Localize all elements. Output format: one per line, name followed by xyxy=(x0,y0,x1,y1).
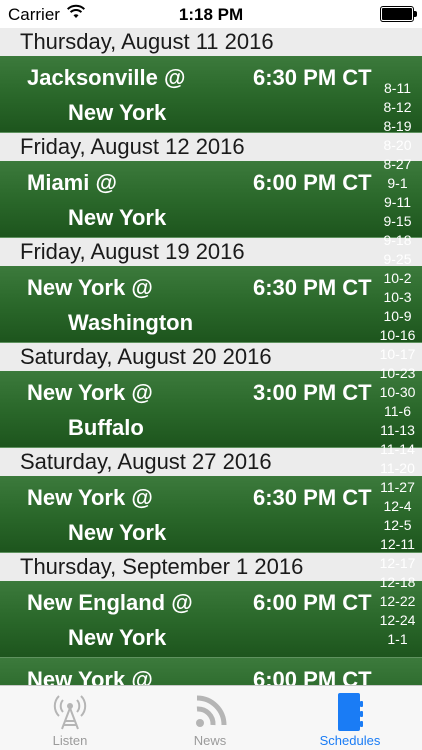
date-index-item[interactable]: 12-18 xyxy=(373,573,422,592)
antenna-icon xyxy=(53,691,87,736)
game-time: 6:30 PM CT xyxy=(253,275,372,300)
date-index-item[interactable]: 9-1 xyxy=(373,174,422,193)
home-team: New York xyxy=(68,205,167,230)
home-team: Buffalo xyxy=(68,415,144,440)
day-header: Friday, August 12 2016 xyxy=(0,133,422,161)
date-index-item[interactable]: 12-5 xyxy=(373,516,422,535)
away-team: New York @ xyxy=(27,275,153,300)
date-index-item[interactable]: 11-13 xyxy=(373,421,422,440)
date-index-item[interactable]: 12-22 xyxy=(373,592,422,611)
date-index-item[interactable]: 10-16 xyxy=(373,326,422,345)
away-team: New York @ xyxy=(27,380,153,405)
date-index-item[interactable]: 10-9 xyxy=(373,307,422,326)
game-row[interactable]: New York @ 6:30 PM CT Washington xyxy=(0,266,422,343)
away-team: Jacksonville @ xyxy=(27,65,186,90)
away-team: New York @ xyxy=(27,667,153,685)
date-index-item[interactable]: 8-20 xyxy=(373,136,422,155)
tab-schedules[interactable]: Schedules xyxy=(280,686,420,750)
game-time: 3:00 PM CT xyxy=(253,380,372,405)
tab-label: Listen xyxy=(52,733,88,748)
game-row[interactable]: Jacksonville @ 6:30 PM CT New York xyxy=(0,56,422,133)
game-time: 6:30 PM CT xyxy=(253,485,372,510)
tab-listen[interactable]: Listen xyxy=(0,686,140,750)
date-index-item[interactable]: 1-1 xyxy=(373,630,422,649)
game-row[interactable]: New England @ 6:00 PM CT New York xyxy=(0,581,422,658)
date-index-item[interactable]: 10-23 xyxy=(373,364,422,383)
battery-icon xyxy=(380,6,417,22)
date-section-index[interactable]: 8-11 8-12 8-19 8-20 8-27 9-1 9-11 9-15 9-18 9-25 1… xyxy=(373,79,422,647)
date-index-item[interactable]: 9-25 xyxy=(373,250,422,269)
calendar-icon xyxy=(333,691,367,738)
game-time: 6:00 PM CT xyxy=(253,667,372,685)
date-index-item[interactable]: 9-11 xyxy=(373,193,422,212)
away-team: New England @ xyxy=(27,590,193,615)
tab-bar: Listen News Schedules xyxy=(0,685,422,750)
day-header: Thursday, September 1 2016 xyxy=(0,553,422,581)
date-index-item[interactable]: 11-20 xyxy=(373,459,422,478)
date-index-item[interactable]: 9-15 xyxy=(373,212,422,231)
day-header: Friday, August 19 2016 xyxy=(0,238,422,266)
day-header: Saturday, August 27 2016 xyxy=(0,448,422,476)
date-index-item[interactable]: 12-4 xyxy=(373,497,422,516)
date-index-item[interactable]: 12-24 xyxy=(373,611,422,630)
away-team: New York @ xyxy=(27,485,153,510)
schedule-list[interactable]: Thursday, August 11 2016 Jacksonville @ … xyxy=(0,28,422,685)
date-index-item[interactable]: 10-3 xyxy=(373,288,422,307)
game-row[interactable]: Miami @ 6:00 PM CT New York xyxy=(0,161,422,238)
date-index-item[interactable]: 12-17 xyxy=(373,554,422,573)
date-index-item[interactable]: 8-11 xyxy=(373,79,422,98)
game-time: 6:30 PM CT xyxy=(253,65,372,90)
date-index-item[interactable]: 10-17 xyxy=(373,345,422,364)
home-team: Washington xyxy=(68,310,194,335)
day-header: Thursday, August 11 2016 xyxy=(0,28,422,56)
day-header: Saturday, August 20 2016 xyxy=(0,343,422,371)
tab-label: Schedules xyxy=(319,733,381,748)
date-index-item[interactable]: 11-6 xyxy=(373,402,422,421)
date-index-item[interactable]: 12-11 xyxy=(373,535,422,554)
home-team: New York xyxy=(68,625,167,650)
tab-news[interactable]: News xyxy=(140,686,280,750)
date-index-item[interactable]: 8-19 xyxy=(373,117,422,136)
date-index-item[interactable]: 10-2 xyxy=(373,269,422,288)
game-time: 6:00 PM CT xyxy=(253,170,372,195)
clock: 1:18 PM xyxy=(178,5,244,24)
rss-icon xyxy=(193,691,227,736)
game-row[interactable]: New York @ 3:00 PM CT Buffalo xyxy=(0,371,422,448)
status-bar: Carrier 1:18 PM xyxy=(0,0,422,28)
game-time: 6:00 PM CT xyxy=(253,590,372,615)
date-index-item[interactable]: 11-14 xyxy=(373,440,422,459)
date-index-item[interactable]: 10-30 xyxy=(373,383,422,402)
date-index-item[interactable]: 8-12 xyxy=(373,98,422,117)
date-index-item[interactable]: 9-18 xyxy=(373,231,422,250)
home-team: New York xyxy=(68,520,167,545)
game-row[interactable]: New York @ 6:30 PM CT New York xyxy=(0,476,422,553)
date-index-item[interactable]: 8-27 xyxy=(373,155,422,174)
tab-label: News xyxy=(193,733,227,748)
game-row[interactable]: New York @ 6:00 PM CT xyxy=(0,658,422,685)
home-team: New York xyxy=(68,100,167,125)
away-team: Miami @ xyxy=(27,170,117,195)
date-index-item[interactable]: 11-27 xyxy=(373,478,422,497)
